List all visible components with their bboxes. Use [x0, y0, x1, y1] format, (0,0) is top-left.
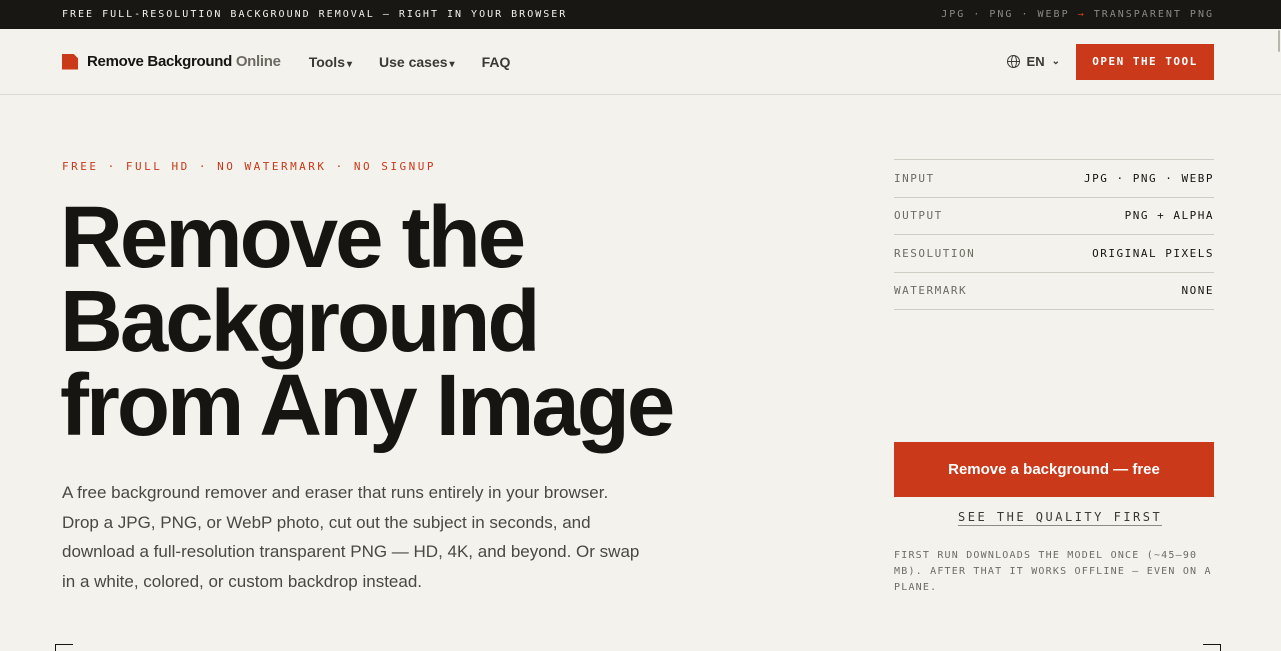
- nav-use-cases[interactable]: Use cases ▾: [379, 54, 455, 70]
- caret-down-icon: ▾: [346, 58, 353, 70]
- caret-down-icon: ▾: [449, 58, 455, 70]
- hero-headline: Remove the Background from Any Image: [60, 189, 820, 454]
- nav-faq[interactable]: FAQ: [482, 54, 511, 70]
- headline-line-1: Remove the: [60, 189, 526, 286]
- language-code: EN: [1026, 54, 1045, 69]
- see-quality-link[interactable]: SEE THE QUALITY FIRST: [958, 510, 1163, 526]
- remove-background-button[interactable]: Remove a background — free: [894, 442, 1214, 497]
- nav-tools[interactable]: Tools ▾: [309, 54, 352, 70]
- format-summary: JPG · PNG · WEBP → TRANSPARENT PNG: [941, 9, 1214, 20]
- format-list: JPG · PNG · WEBP: [941, 9, 1070, 20]
- logo-main: Remove Background: [87, 53, 232, 70]
- announcement-bar: FREE FULL-RESOLUTION BACKGROUND REMOVAL …: [0, 0, 1281, 29]
- spec-row-output: OUTPUT PNG + ALPHA: [894, 198, 1214, 235]
- scrollbar-thumb[interactable]: [1278, 30, 1280, 52]
- spec-value: PNG + ALPHA: [1124, 209, 1214, 223]
- corner-mark-left: [55, 644, 73, 651]
- spec-key: RESOLUTION: [894, 246, 976, 260]
- hero-eyebrow: FREE · FULL HD · NO WATERMARK · NO SIGNU…: [62, 160, 437, 173]
- spec-key: INPUT: [894, 171, 935, 185]
- corner-mark-right: [1203, 644, 1221, 651]
- open-tool-button[interactable]: OPEN THE TOOL: [1076, 43, 1214, 80]
- header-actions: EN ⌄ OPEN THE TOOL: [1006, 43, 1214, 80]
- site-header: Remove Background Online Tools ▾ Use case…: [0, 29, 1281, 95]
- page-scrollbar[interactable]: [1277, 0, 1281, 651]
- hero-description: A free background remover and eraser tha…: [62, 483, 640, 591]
- arrow-icon: →: [1077, 9, 1086, 20]
- spec-key: WATERMARK: [894, 284, 968, 298]
- logo-text: Remove Background Online: [87, 53, 281, 70]
- spec-row-input: INPUT JPG · PNG · WEBP: [894, 160, 1214, 198]
- headline-line-2: Background: [60, 273, 541, 370]
- model-download-note: FIRST RUN DOWNLOADS THE MODEL ONCE (~45–…: [894, 550, 1212, 593]
- language-selector[interactable]: EN ⌄: [1006, 54, 1060, 69]
- headline-line-3: from Any Image: [60, 357, 675, 454]
- spec-row-watermark: WATERMARK NONE: [894, 273, 1214, 310]
- spec-value: ORIGINAL PIXELS: [1092, 246, 1214, 260]
- spec-row-resolution: RESOLUTION ORIGINAL PIXELS: [894, 235, 1214, 273]
- logo-link[interactable]: Remove Background Online: [62, 53, 281, 70]
- spec-value: JPG · PNG · WEBP: [1084, 171, 1214, 185]
- chevron-down-icon: ⌄: [1051, 56, 1060, 67]
- logo-mark-icon: [62, 53, 78, 70]
- globe-icon: [1006, 55, 1020, 68]
- spec-key: OUTPUT: [894, 209, 943, 223]
- format-result: TRANSPARENT PNG: [1093, 9, 1214, 20]
- nav-use-cases-label: Use cases: [379, 53, 448, 70]
- main-nav: Tools ▾ Use cases ▾ FAQ: [309, 54, 511, 70]
- spec-value: NONE: [1181, 284, 1214, 298]
- spec-table: INPUT JPG · PNG · WEBP OUTPUT PNG + ALPH…: [894, 159, 1214, 310]
- announcement-text: FREE FULL-RESOLUTION BACKGROUND REMOVAL …: [62, 9, 568, 20]
- nav-tools-label: Tools: [308, 53, 345, 70]
- logo-sub: Online: [235, 53, 281, 70]
